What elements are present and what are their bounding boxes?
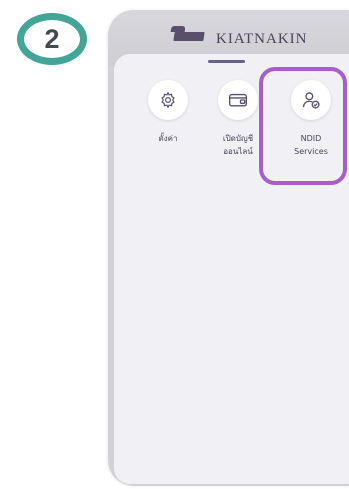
menu-item-settings[interactable]: ตั้งค่า xyxy=(140,80,196,145)
wallet-icon xyxy=(229,93,247,107)
open-account-button[interactable] xyxy=(218,80,258,120)
menu-item-label: เปิดบัญชี ออนไลน์ xyxy=(222,134,254,156)
user-check-icon xyxy=(302,92,320,109)
phone-screen: KIATNAKIN ตั้งค่า เปิดบัญชี ออนไลน์ NDID… xyxy=(108,10,349,486)
step-number-badge: 2 xyxy=(17,13,87,65)
bank-logo-icon xyxy=(173,32,205,41)
bottom-sheet-menu: ตั้งค่า เปิดบัญชี ออนไลน์ NDID Services xyxy=(114,54,349,484)
bank-name: KIATNAKIN xyxy=(216,31,308,47)
menu-item-ndid-services[interactable]: NDID Services xyxy=(283,80,339,158)
step-number: 2 xyxy=(44,23,60,54)
gear-icon xyxy=(161,91,175,109)
menu-item-label: ตั้งค่า xyxy=(158,134,178,143)
menu-item-label: NDID Services xyxy=(294,134,328,156)
menu-item-open-account-online[interactable]: เปิดบัญชี ออนไลน์ xyxy=(210,80,266,158)
ndid-services-button[interactable] xyxy=(291,80,331,120)
drag-handle[interactable] xyxy=(208,60,245,63)
settings-button[interactable] xyxy=(148,80,188,120)
